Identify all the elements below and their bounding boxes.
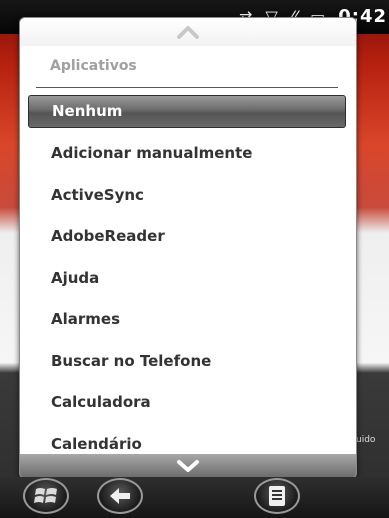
- list-item-nenhum[interactable]: Nenhum: [28, 95, 346, 128]
- list-header: Aplicativos: [50, 58, 137, 74]
- scroll-down-button[interactable]: [20, 454, 356, 478]
- list-item-ajuda[interactable]: Ajuda: [20, 258, 356, 300]
- background-partial-label: uido: [356, 435, 376, 445]
- windows-start-icon: [34, 488, 57, 503]
- chevron-down-icon: [177, 460, 199, 472]
- list-item-alarmes[interactable]: Alarmes: [20, 299, 356, 341]
- list-item-activesync[interactable]: ActiveSync: [20, 175, 356, 217]
- back-button[interactable]: [97, 478, 143, 514]
- list-item-adicionar-manualmente[interactable]: Adicionar manualmente: [20, 133, 356, 175]
- chevron-up-icon: [177, 26, 199, 39]
- menu-button[interactable]: [254, 478, 300, 514]
- back-arrow-icon: [110, 488, 130, 504]
- list-item-adobereader[interactable]: AdobeReader: [20, 216, 356, 258]
- application-list: Nenhum Adicionar manualmente ActiveSync …: [20, 93, 356, 465]
- start-button[interactable]: [23, 478, 69, 514]
- applications-popup-list: Aplicativos Nenhum Adicionar manualmente…: [19, 17, 357, 479]
- header-divider: [36, 87, 338, 88]
- list-item-calculadora[interactable]: Calculadora: [20, 382, 356, 424]
- menu-icon: [269, 486, 285, 506]
- scroll-up-button[interactable]: [20, 18, 356, 46]
- list-item-buscar-no-telefone[interactable]: Buscar no Telefone: [20, 341, 356, 383]
